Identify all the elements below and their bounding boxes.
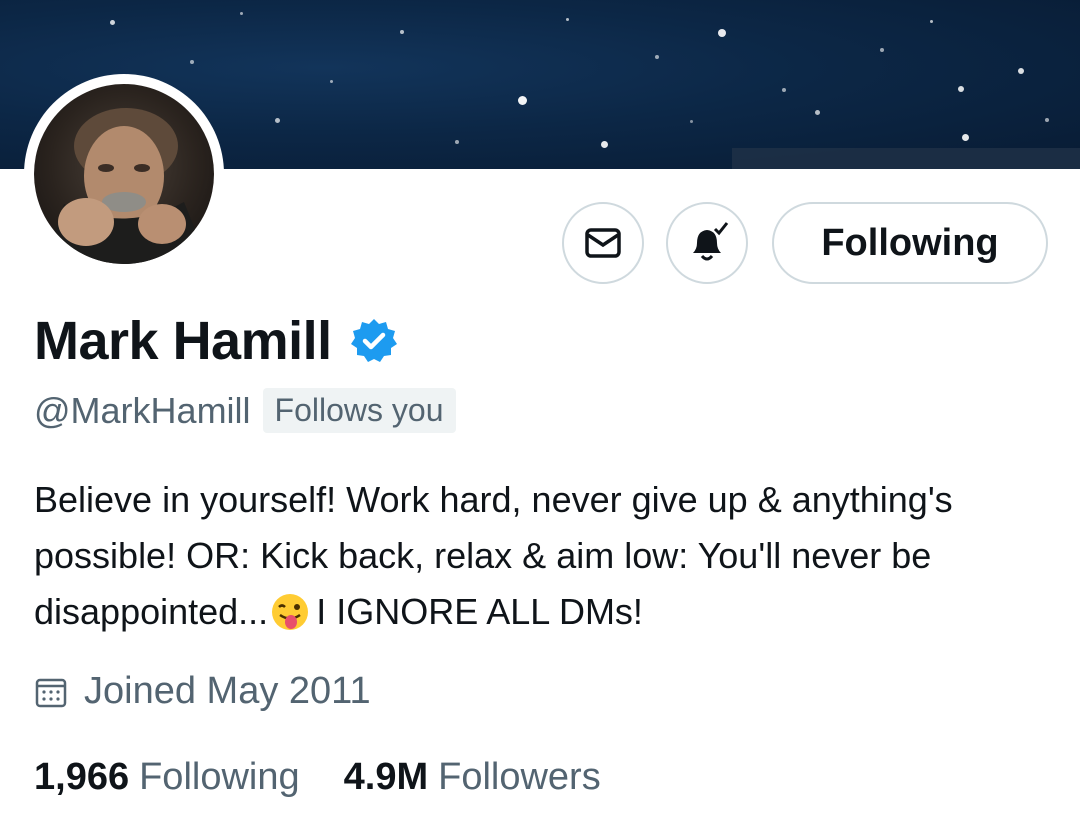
portrait-image [44,108,209,264]
winking-face-with-tongue-icon [272,594,309,630]
joined-row: Joined May 2011 [34,670,371,713]
avatar-photo [34,84,214,264]
banner-star [880,48,884,52]
banner-star [718,29,726,37]
banner-star [962,134,969,141]
verified-badge-icon[interactable] [350,317,398,365]
banner-star [110,20,115,25]
bio: Believe in yourself! Work hard, never gi… [34,472,1044,640]
banner-star [566,18,569,21]
following-label: Following [139,756,300,798]
handle-row: @MarkHamill Follows you [34,388,456,433]
name-row: Mark Hamill [34,310,398,372]
banner-star [330,80,333,83]
banner-star [690,120,693,123]
bio-tail: I IGNORE ALL DMs! [316,591,643,632]
banner-star [782,88,786,92]
display-name: Mark Hamill [34,311,332,371]
follows-you-badge: Follows you [262,388,456,433]
notifications-button[interactable] [666,202,748,284]
banner-star [815,110,820,115]
banner-star [1045,118,1049,122]
followers-count: 4.9M [343,756,429,798]
banner-star [655,55,659,59]
followers-label: Followers [438,756,601,798]
bell-check-icon [693,222,729,261]
following-button-label: Following [821,221,999,264]
following-stat[interactable]: 1,966 Following [34,756,300,799]
following-button[interactable]: Following [772,202,1048,284]
banner-star [455,140,459,144]
banner-star [1018,68,1024,74]
stats-row: 1,966 Following 4.9M Followers [34,756,601,799]
banner-star [275,118,280,123]
banner-shadow [732,148,1080,169]
banner-star [930,20,933,23]
joined-date: Joined May 2011 [84,670,371,712]
following-count: 1,966 [34,756,130,798]
calendar-icon [35,678,67,707]
banner-star [400,30,404,34]
banner-star [190,60,194,64]
followers-stat[interactable]: 4.9M Followers [344,756,601,799]
banner-star [240,12,243,15]
handle: @MarkHamill [34,389,251,431]
avatar[interactable] [24,74,224,274]
banner-star [518,96,527,105]
envelope-icon [585,228,621,258]
banner-star [601,141,608,148]
banner-star [958,86,964,92]
message-button[interactable] [562,202,644,284]
